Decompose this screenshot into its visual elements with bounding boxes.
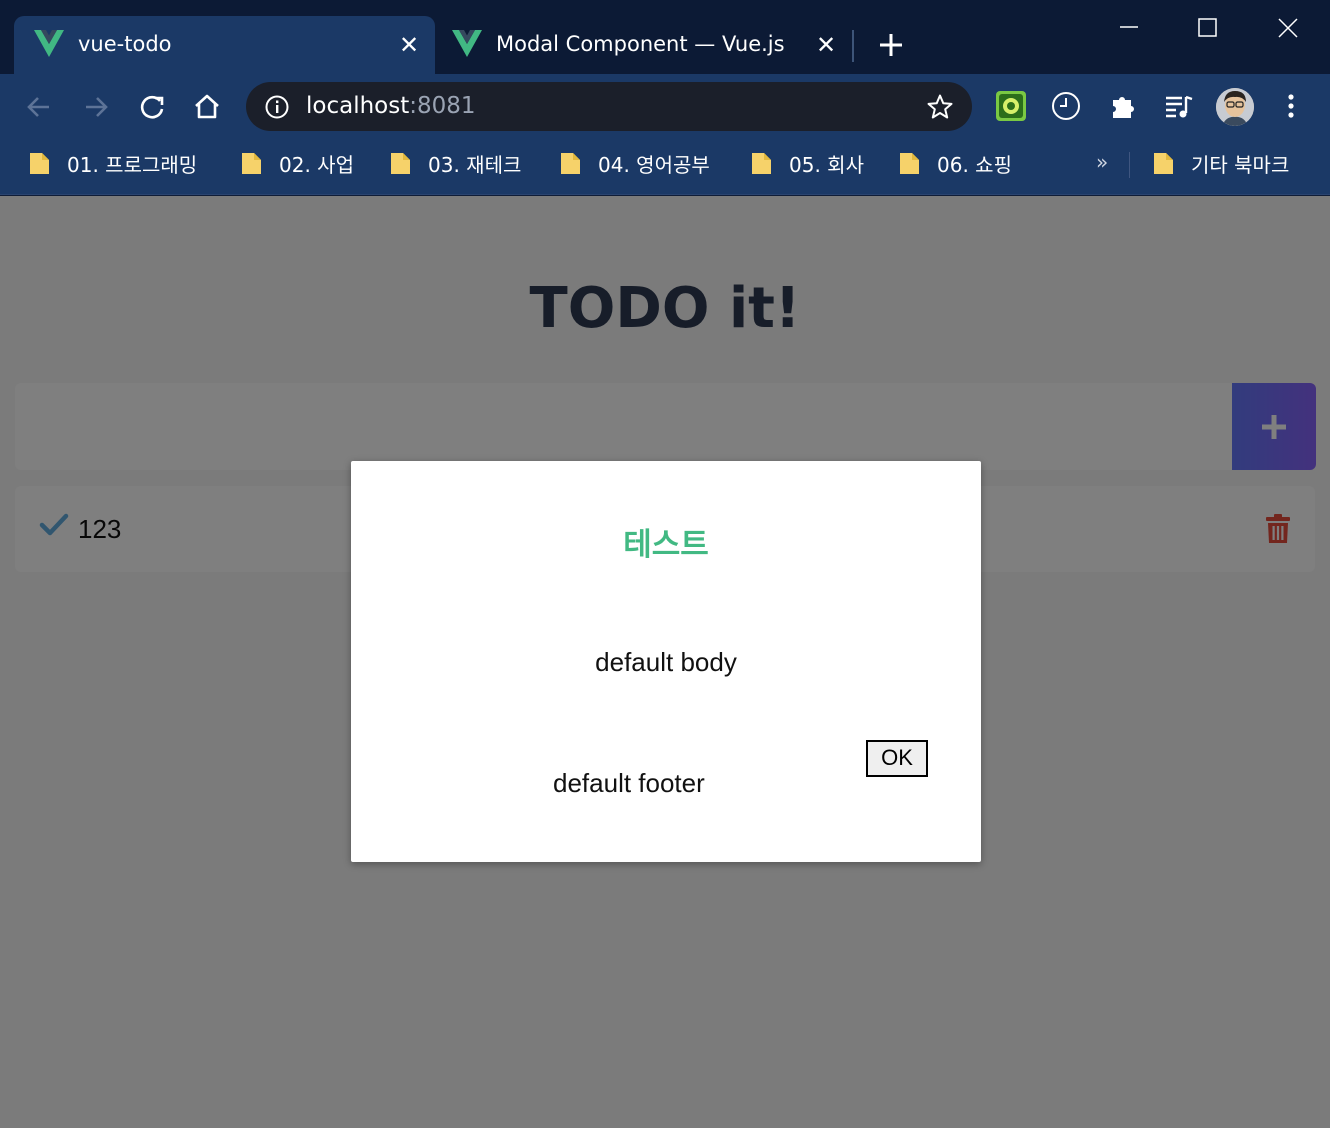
close-tab-icon[interactable]: ✕: [814, 33, 838, 57]
bookmark-folder-programming[interactable]: 01. 프로그래밍: [29, 148, 197, 178]
bookmarks-separator: [1129, 152, 1130, 178]
close-window-icon[interactable]: [1270, 10, 1306, 46]
bookmarks-overflow-button[interactable]: »: [1096, 150, 1108, 174]
modal-footer: default footer: [553, 768, 705, 798]
bookmark-label: 05. 회사: [789, 152, 864, 177]
bookmark-folder-other[interactable]: 기타 북마크: [1153, 148, 1289, 178]
browser-menu-icon[interactable]: [1275, 90, 1307, 122]
modal-ok-button[interactable]: OK: [866, 740, 928, 777]
home-icon[interactable]: [190, 90, 224, 124]
folder-icon: [752, 153, 771, 174]
page-viewport: TODO it! 123 테스트 default body default fo…: [0, 196, 1330, 1128]
url-port: :8081: [409, 93, 476, 119]
tab-strip: vue-todo ✕ Modal Component — Vue.js ✕: [0, 0, 1330, 74]
folder-icon: [391, 153, 410, 174]
bookmarks-bar: 01. 프로그래밍 02. 사업 03. 재테크 04. 영어공부 05. 회사: [0, 140, 1330, 195]
tab-title: vue-todo: [78, 32, 172, 56]
bookmark-label: 기타 북마크: [1191, 152, 1290, 177]
bookmark-folder-business[interactable]: 02. 사업: [241, 148, 354, 178]
url-host: localhost: [306, 93, 410, 119]
bookmark-label: 04. 영어공부: [598, 152, 710, 177]
folder-icon: [30, 153, 49, 174]
forward-icon[interactable]: [79, 90, 113, 124]
bookmark-folder-company[interactable]: 05. 회사: [751, 148, 864, 178]
url-text[interactable]: localhost:8081: [306, 93, 476, 119]
bookmark-label: 06. 쇼핑: [937, 152, 1012, 177]
modal-dialog: 테스트 default body default footer OK: [351, 461, 981, 862]
site-info-icon[interactable]: [264, 94, 290, 120]
tab-separator: [852, 30, 854, 62]
profile-photo-icon: [1216, 88, 1254, 126]
bookmark-label: 02. 사업: [279, 152, 354, 177]
tab-vue-todo[interactable]: vue-todo ✕: [14, 16, 435, 74]
bookmark-folder-shopping[interactable]: 06. 쇼핑: [899, 148, 1012, 178]
folder-icon: [242, 153, 261, 174]
vue-logo-icon: [34, 30, 64, 57]
folder-icon: [1154, 153, 1173, 174]
maximize-icon[interactable]: [1190, 10, 1226, 46]
new-tab-icon[interactable]: [876, 30, 906, 60]
bookmark-folder-english[interactable]: 04. 영어공부: [560, 148, 710, 178]
close-tab-icon[interactable]: ✕: [397, 33, 421, 57]
extensions-puzzle-icon[interactable]: [1107, 90, 1139, 122]
reload-icon[interactable]: [135, 90, 169, 124]
browser-toolbar: localhost:8081: [0, 74, 1330, 140]
clock-extension-icon[interactable]: [1050, 90, 1082, 122]
address-bar[interactable]: localhost:8081: [246, 82, 972, 131]
bookmark-folder-finance[interactable]: 03. 재테크: [390, 148, 521, 178]
bookmark-label: 03. 재테크: [428, 152, 522, 177]
folder-icon: [561, 153, 580, 174]
modal-body: default body: [595, 647, 737, 677]
minimize-icon[interactable]: [1111, 10, 1147, 46]
profile-avatar[interactable]: [1216, 88, 1254, 126]
tab-title: Modal Component — Vue.js: [496, 32, 785, 56]
back-icon[interactable]: [22, 90, 56, 124]
vue-logo-icon: [452, 30, 482, 57]
bookmark-star-icon[interactable]: [926, 93, 954, 121]
folder-icon: [900, 153, 919, 174]
tab-modal-component[interactable]: Modal Component — Vue.js ✕: [437, 16, 852, 74]
modal-title: 테스트: [623, 527, 709, 563]
bookmark-label: 01. 프로그래밍: [67, 152, 198, 177]
extension-screen-icon[interactable]: [995, 90, 1027, 122]
media-control-icon[interactable]: [1163, 90, 1195, 122]
